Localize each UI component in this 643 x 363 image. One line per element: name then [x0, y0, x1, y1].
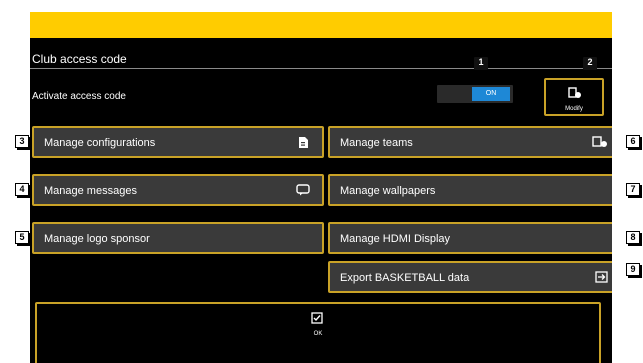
- header-divider: [30, 68, 612, 69]
- checkbox-icon: [311, 311, 323, 329]
- ok-label: OK: [313, 331, 323, 337]
- page-title: Club access code: [32, 52, 127, 66]
- people-icon: [592, 136, 608, 151]
- modify-button[interactable]: Modify: [544, 78, 604, 116]
- callout-1: 1: [474, 57, 488, 70]
- export-arrow-icon: [595, 271, 608, 286]
- toggle-on-indicator: ON: [472, 87, 510, 101]
- callout-8: 8: [626, 231, 640, 244]
- manage-messages-button[interactable]: Manage messages: [32, 174, 324, 206]
- activate-access-code-label: Activate access code: [32, 91, 126, 102]
- export-basketball-data-label: Export BASKETBALL data: [340, 272, 470, 284]
- top-accent-bar: [30, 12, 612, 38]
- callout-9: 9: [626, 263, 640, 276]
- callout-7: 7: [626, 183, 640, 196]
- callout-6: 6: [626, 135, 640, 148]
- access-code-toggle[interactable]: ON: [437, 85, 513, 103]
- manage-logo-sponsor-button[interactable]: Manage logo sponsor: [32, 222, 324, 254]
- manage-wallpapers-label: Manage wallpapers: [340, 185, 436, 197]
- manage-wallpapers-button[interactable]: Manage wallpapers: [328, 174, 612, 206]
- app-screen: Club access code Activate access code ON…: [30, 12, 612, 363]
- manage-teams-button[interactable]: Manage teams: [328, 126, 612, 158]
- export-basketball-data-button[interactable]: Export BASKETBALL data: [328, 261, 612, 293]
- document-edit-icon: [298, 136, 310, 152]
- manage-logo-sponsor-label: Manage logo sponsor: [44, 233, 150, 245]
- people-edit-icon: [568, 86, 582, 104]
- ok-button[interactable]: OK: [35, 302, 601, 363]
- modify-label: Modify: [565, 106, 583, 112]
- callout-4: 4: [15, 183, 29, 196]
- manage-configurations-label: Manage configurations: [44, 137, 156, 149]
- callout-3: 3: [15, 135, 29, 148]
- manage-teams-label: Manage teams: [340, 137, 413, 149]
- manage-configurations-button[interactable]: Manage configurations: [32, 126, 324, 158]
- chat-bubble-icon: [296, 184, 310, 199]
- callout-2: 2: [583, 57, 597, 70]
- manage-hdmi-display-label: Manage HDMI Display: [340, 233, 451, 245]
- callout-5: 5: [15, 231, 29, 244]
- manage-messages-label: Manage messages: [44, 185, 137, 197]
- manage-hdmi-display-button[interactable]: Manage HDMI Display: [328, 222, 612, 254]
